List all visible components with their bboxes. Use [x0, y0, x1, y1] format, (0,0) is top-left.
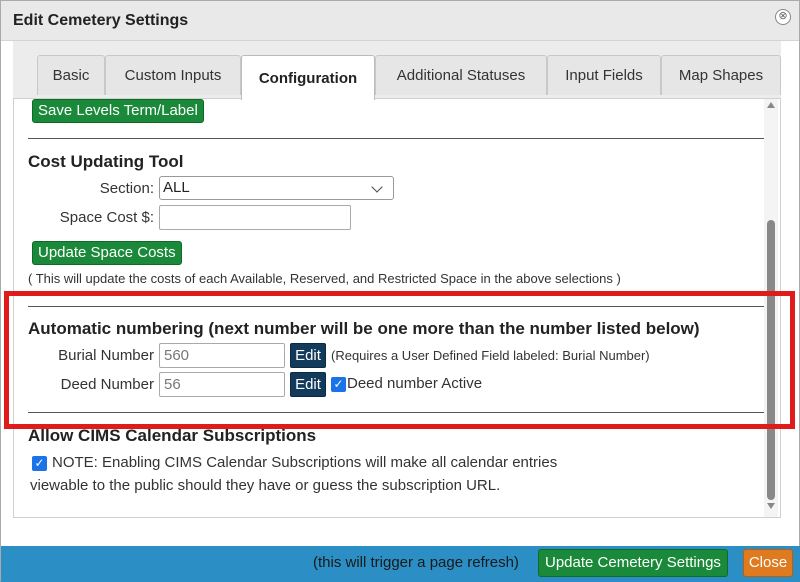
tab-input-fields[interactable]: Input Fields	[547, 55, 661, 95]
save-levels-button[interactable]: Save Levels Term/Label	[32, 99, 204, 123]
section-select-value: ALL	[163, 179, 190, 196]
update-space-costs-button[interactable]: Update Space Costs	[32, 241, 182, 265]
dialog-titlebar: Edit Cemetery Settings ⊗	[1, 1, 799, 41]
scrollbar-thumb[interactable]	[767, 220, 775, 500]
tab-additional-statuses[interactable]: Additional Statuses	[375, 55, 547, 95]
tab-basic[interactable]: Basic	[37, 55, 105, 95]
burial-number-label: Burial Number	[58, 347, 154, 364]
calendar-note-line1: NOTE: Enabling CIMS Calendar Subscriptio…	[52, 454, 558, 471]
calendar-subscriptions-checkbox[interactable]: ✓	[32, 456, 47, 471]
divider	[28, 412, 766, 413]
dialog-footer: (this will trigger a page refresh) Updat…	[1, 546, 800, 582]
close-button[interactable]: Close	[743, 549, 793, 577]
auto-numbering-heading: Automatic numbering (next number will be…	[28, 319, 700, 338]
tab-configuration[interactable]: Configuration	[241, 55, 375, 100]
calendar-note-line2: viewable to the public should they have …	[30, 477, 501, 494]
scrollbar[interactable]	[764, 99, 778, 517]
close-icon[interactable]: ⊗	[775, 9, 791, 25]
divider	[28, 138, 766, 139]
edit-burial-number-button[interactable]: Edit	[290, 343, 326, 368]
configuration-panel: Save Levels Term/Label Cost Updating Too…	[13, 98, 781, 518]
tab-custom-inputs[interactable]: Custom Inputs	[105, 55, 241, 95]
burial-number-note: (Requires a User Defined Field labeled: …	[331, 348, 650, 363]
deed-active-label: Deed number Active	[347, 375, 483, 392]
chevron-down-icon	[371, 181, 383, 193]
cost-tool-heading: Cost Updating Tool	[28, 152, 184, 171]
calendar-heading: Allow CIMS Calendar Subscriptions	[28, 426, 317, 445]
scroll-up-icon[interactable]	[767, 102, 775, 108]
edit-deed-number-button[interactable]: Edit	[290, 372, 326, 397]
deed-number-label: Deed Number	[60, 376, 154, 393]
edit-cemetery-settings-dialog: Edit Cemetery Settings ⊗ Basic Custom In…	[0, 0, 800, 582]
space-cost-input[interactable]	[159, 205, 351, 230]
scroll-down-icon[interactable]	[767, 503, 775, 509]
divider	[28, 306, 766, 307]
cost-tool-note: ( This will update the costs of each Ava…	[28, 271, 621, 286]
tab-map-shapes[interactable]: Map Shapes	[661, 55, 781, 95]
tab-bar: Basic Custom Inputs Configuration Additi…	[13, 41, 781, 100]
deed-number-input[interactable]: 56	[159, 372, 285, 397]
space-cost-label: Space Cost $:	[59, 209, 154, 226]
section-select[interactable]: ALL	[159, 176, 394, 200]
dialog-title: Edit Cemetery Settings	[13, 12, 189, 29]
update-cemetery-settings-button[interactable]: Update Cemetery Settings	[538, 549, 728, 577]
burial-number-input[interactable]: 560	[159, 343, 285, 368]
deed-active-checkbox[interactable]: ✓	[331, 377, 346, 392]
section-label: Section:	[99, 180, 154, 197]
refresh-note: (this will trigger a page refresh)	[313, 554, 519, 571]
